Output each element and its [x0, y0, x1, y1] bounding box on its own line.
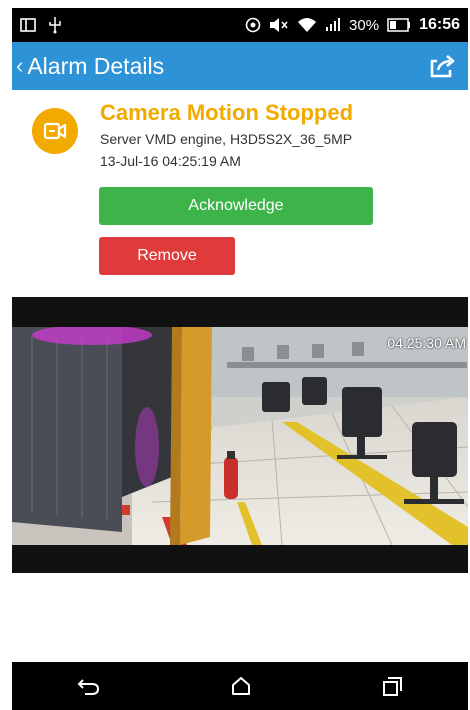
acknowledge-button[interactable]: Acknowledge: [99, 187, 373, 225]
screen-mirror-icon: [20, 17, 36, 33]
share-icon[interactable]: [428, 53, 456, 79]
camera-scene-image: [12, 327, 468, 545]
chevron-left-icon[interactable]: ‹: [12, 53, 23, 79]
wifi-icon: [297, 17, 317, 33]
signal-icon: [325, 18, 341, 32]
alarm-source: Server VMD engine, H3D5S2X_36_5MP: [100, 131, 353, 147]
alarm-title: Camera Motion Stopped: [100, 100, 354, 125]
page-title: Alarm Details: [27, 52, 165, 79]
remove-button[interactable]: Remove: [99, 237, 235, 275]
status-bar: 30% 16:56: [12, 8, 468, 42]
mute-icon: [269, 17, 289, 33]
alarm-clock-icon: [245, 17, 261, 33]
video-snapshot[interactable]: 04:25:30 AM: [12, 297, 468, 573]
battery-percent: 30%: [349, 16, 380, 34]
recent-apps-icon[interactable]: [381, 675, 403, 697]
app-bar: ‹ Alarm Details: [12, 42, 468, 90]
video-timestamp: 04:25:30 AM: [387, 335, 466, 351]
navigation-bar: [12, 662, 468, 710]
home-icon[interactable]: [230, 676, 252, 696]
usb-icon: [48, 16, 62, 34]
camera-icon: [32, 108, 78, 154]
battery-icon: [387, 18, 411, 32]
alarm-datetime: 13-Jul-16 04:25:19 AM: [100, 153, 241, 169]
back-icon[interactable]: [77, 676, 101, 696]
status-time: 16:56: [419, 16, 460, 33]
